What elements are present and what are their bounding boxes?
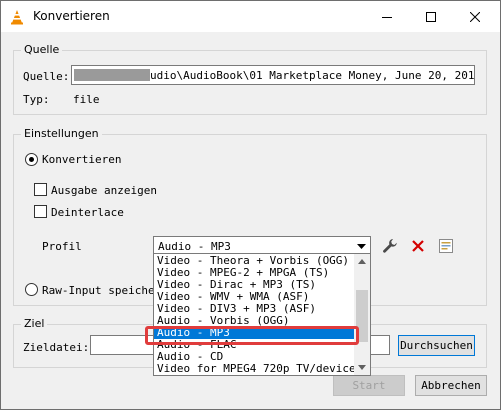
- convert-dialog: Konvertieren Quelle Quelle: udio\AudioBo…: [0, 0, 501, 410]
- radio-selected-dot: [29, 157, 34, 162]
- raw-input-radio[interactable]: [25, 283, 38, 296]
- deinterlace-label[interactable]: Deinterlace: [51, 206, 124, 219]
- type-value: file: [73, 93, 100, 106]
- wrench-icon: [383, 239, 397, 253]
- profile-dropdown-list[interactable]: Video - Theora + Vorbis (OGG) Video - MP…: [153, 253, 371, 376]
- scroll-down-icon[interactable]: [358, 365, 366, 370]
- edit-profile-button[interactable]: [379, 235, 401, 257]
- delete-x-icon: [412, 240, 424, 252]
- source-field-value: udio\AudioBook\01 Marketplace Money, Jun…: [150, 69, 475, 82]
- settings-group-title: Einstellungen: [21, 127, 102, 140]
- dropdown-item[interactable]: Video for MPEG4 720p TV/device: [154, 363, 356, 375]
- type-label: Typ:: [23, 93, 50, 106]
- browse-button[interactable]: Durchsuchen: [398, 335, 475, 356]
- close-button[interactable]: [453, 1, 497, 32]
- scroll-up-icon[interactable]: [358, 259, 366, 264]
- start-button[interactable]: Start: [333, 375, 405, 396]
- source-label: Quelle:: [23, 70, 70, 83]
- show-output-checkbox[interactable]: [34, 183, 47, 196]
- window-title: Konvertieren: [33, 9, 110, 23]
- source-group-title: Quelle: [21, 43, 63, 56]
- profile-selected-value: Audio - MP3: [158, 240, 231, 253]
- convert-radio-label[interactable]: Konvertieren: [42, 153, 121, 166]
- redacted-path: [74, 69, 150, 81]
- minimize-icon: [382, 16, 392, 18]
- destination-file-label: Zieldatei:: [23, 341, 90, 354]
- source-field[interactable]: udio\AudioBook\01 Marketplace Money, Jun…: [71, 65, 475, 85]
- chevron-down-icon: [357, 244, 366, 249]
- raw-input-label[interactable]: Raw-Input speichern: [42, 284, 168, 297]
- profile-label: Profil: [42, 240, 82, 253]
- convert-radio[interactable]: [25, 153, 38, 166]
- maximize-button[interactable]: [409, 1, 453, 32]
- annotation-highlight-box: [145, 326, 359, 345]
- new-profile-button[interactable]: [435, 235, 457, 257]
- deinterlace-checkbox[interactable]: [34, 205, 47, 218]
- delete-profile-button[interactable]: [407, 235, 429, 257]
- minimize-button[interactable]: [365, 1, 409, 32]
- vlc-cone-icon: [11, 10, 23, 25]
- maximize-icon: [426, 11, 436, 22]
- cancel-button[interactable]: Abbrechen: [415, 375, 487, 396]
- close-icon: [470, 11, 480, 22]
- new-profile-icon: [439, 239, 453, 253]
- title-bar: Konvertieren: [1, 1, 500, 32]
- dropdown-scrollbar[interactable]: [354, 254, 370, 375]
- destination-group-title: Ziel: [21, 317, 48, 330]
- show-output-label[interactable]: Ausgabe anzeigen: [51, 184, 157, 197]
